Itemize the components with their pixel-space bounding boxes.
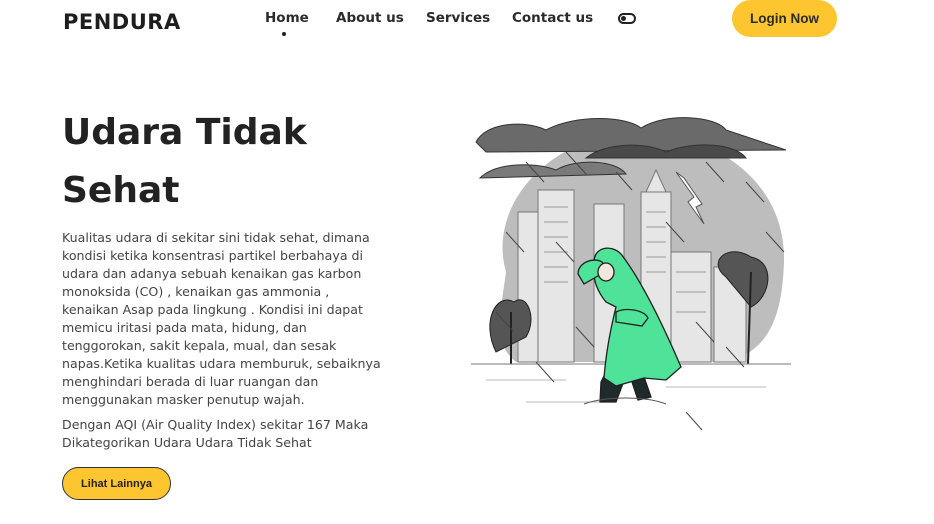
nav-item-services[interactable]: Services: [426, 10, 490, 26]
login-button[interactable]: Login Now: [732, 0, 837, 37]
nav-item-home[interactable]: Home: [265, 10, 309, 26]
nav-item-contact-us[interactable]: Contact us: [512, 10, 593, 26]
brand-logo[interactable]: PENDURA: [63, 10, 181, 34]
theme-toggle-icon[interactable]: [618, 13, 636, 24]
hero-description: Kualitas udara di sekitar sini tidak seh…: [62, 230, 381, 407]
hero-title: Udara Tidak Sehat: [62, 112, 307, 211]
storm-person-raincoat-illustration: [471, 117, 791, 431]
toggle-knob: [621, 16, 626, 21]
see-more-button[interactable]: Lihat Lainnya: [62, 467, 171, 500]
nav-item-about-us[interactable]: About us: [336, 10, 404, 26]
active-nav-indicator: [282, 32, 286, 36]
aqi-text: Dengan AQI (Air Quality Index) sekitar 1…: [62, 417, 369, 450]
